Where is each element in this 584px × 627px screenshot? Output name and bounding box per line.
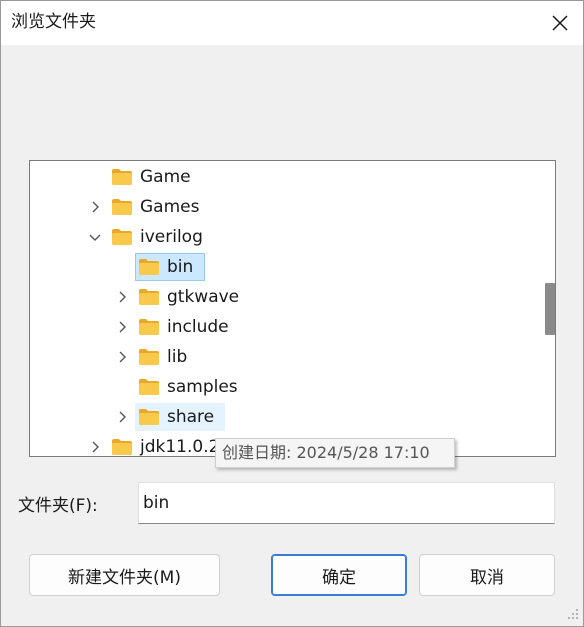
chevron-down-icon[interactable] bbox=[87, 229, 103, 245]
folder-icon bbox=[139, 289, 159, 305]
tree-item-label: Games bbox=[140, 197, 200, 217]
scrollbar-thumb[interactable] bbox=[545, 283, 555, 335]
tree-item-label: share bbox=[167, 407, 215, 427]
folder-icon bbox=[139, 379, 159, 395]
folder-name-input[interactable] bbox=[138, 482, 555, 524]
folder-icon bbox=[139, 319, 159, 335]
folder-icon bbox=[112, 229, 132, 245]
tree-item[interactable]: samples bbox=[30, 372, 538, 402]
chevron-right-icon[interactable] bbox=[87, 439, 103, 455]
tree-item[interactable]: gtkwave bbox=[30, 282, 538, 312]
folder-tree[interactable]: Game Games iverilog bin gtkwave include lib sam… bbox=[29, 160, 556, 457]
folder-field-label: 文件夹(F): bbox=[18, 496, 98, 516]
tree-item-label: lib bbox=[167, 347, 188, 367]
chevron-right-icon[interactable] bbox=[114, 409, 130, 425]
close-button[interactable] bbox=[537, 1, 583, 45]
tree-item[interactable]: bin bbox=[30, 252, 538, 282]
chevron-right-icon[interactable] bbox=[114, 289, 130, 305]
ok-button[interactable]: 确定 bbox=[271, 554, 407, 596]
cancel-button[interactable]: 取消 bbox=[419, 554, 555, 596]
tree-item[interactable]: Games bbox=[30, 192, 538, 222]
tree-item-label: include bbox=[167, 317, 229, 337]
tree-item[interactable]: iverilog bbox=[30, 222, 538, 252]
chevron-right-icon[interactable] bbox=[114, 319, 130, 335]
chevron-right-icon[interactable] bbox=[114, 349, 130, 365]
title-bar: 浏览文件夹 bbox=[1, 1, 583, 45]
folder-icon bbox=[139, 259, 159, 275]
browse-folder-dialog: 浏览文件夹 Game Games iverilog bin gtkwave include… bbox=[0, 0, 584, 627]
chevron-right-icon[interactable] bbox=[87, 199, 103, 215]
tree-scrollbar[interactable] bbox=[537, 161, 555, 456]
tree-item[interactable]: include bbox=[30, 312, 538, 342]
folder-icon bbox=[112, 439, 132, 455]
tree-item-label: jdk11.0.2 bbox=[140, 437, 220, 457]
tree-item-label: iverilog bbox=[140, 227, 203, 247]
tree-item-label: gtkwave bbox=[167, 287, 240, 307]
tree-item[interactable]: share bbox=[30, 402, 538, 432]
tree-item-label: bin bbox=[167, 257, 194, 277]
tree-item-label: Game bbox=[140, 167, 191, 187]
new-folder-button[interactable]: 新建文件夹(M) bbox=[29, 554, 220, 596]
tree-item[interactable]: Game bbox=[30, 162, 538, 192]
resize-grip-icon[interactable] bbox=[567, 608, 579, 620]
folder-icon bbox=[139, 409, 159, 425]
close-icon bbox=[552, 15, 568, 31]
folder-icon bbox=[112, 169, 132, 185]
folder-icon bbox=[139, 349, 159, 365]
dialog-title: 浏览文件夹 bbox=[11, 12, 96, 32]
tree-item-label: samples bbox=[167, 377, 238, 397]
folder-icon bbox=[112, 199, 132, 215]
date-tooltip: 创建日期: 2024/5/28 17:10 bbox=[215, 438, 455, 468]
tree-item[interactable]: lib bbox=[30, 342, 538, 372]
